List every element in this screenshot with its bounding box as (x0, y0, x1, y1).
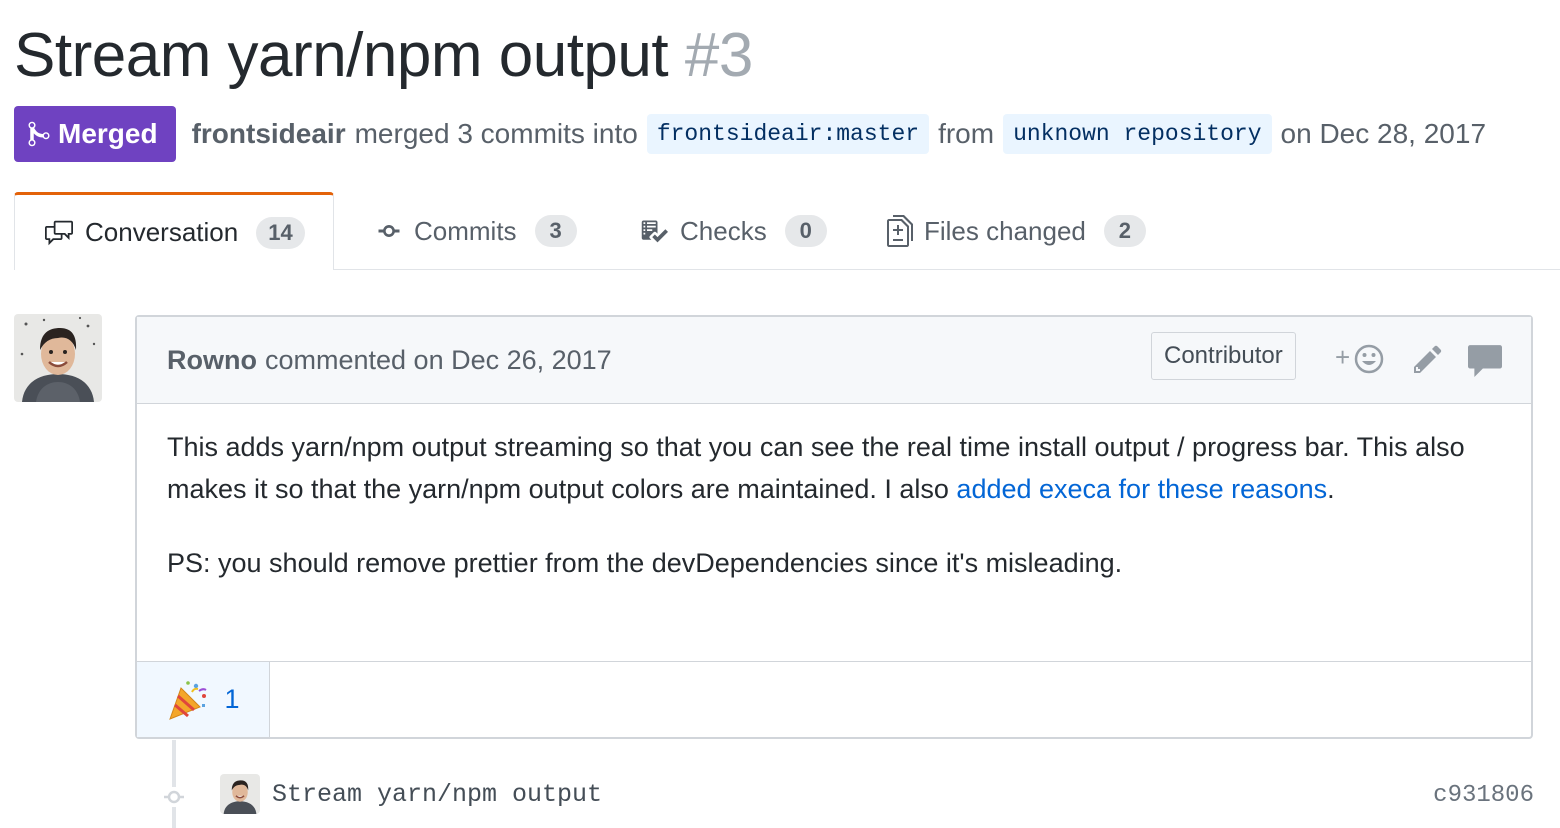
tab-conversation[interactable]: Conversation 14 (14, 192, 334, 270)
comment-paragraph-1: This adds yarn/npm output streaming so t… (167, 426, 1501, 510)
tab-checks-count: 0 (784, 215, 827, 247)
commit-avatar-image (220, 774, 260, 814)
reactions-bar: 1 (137, 661, 1531, 737)
tab-commits[interactable]: Commits 3 (374, 192, 577, 270)
tada-reaction-button[interactable]: 1 (137, 662, 270, 737)
timeline-line (172, 740, 176, 828)
edit-pencil-icon[interactable] (1413, 343, 1443, 375)
avatar-image (14, 314, 102, 402)
contributor-badge: Contributor (1151, 332, 1296, 380)
add-reaction-icon[interactable]: + (1335, 341, 1389, 377)
merge-date: on Dec 28, 2017 (1280, 118, 1487, 149)
pr-tabs: Conversation 14 Commits 3 Checks 0 Files… (14, 192, 1560, 270)
merge-author-link[interactable]: frontsideair (192, 118, 346, 150)
commit-author-avatar[interactable] (220, 774, 260, 814)
pr-meta: Merged frontsideair merged 3 commits int… (14, 106, 1486, 162)
tab-files-changed-label: Files changed (924, 215, 1086, 246)
pr-number: #3 (684, 21, 753, 90)
tab-conversation-label: Conversation (85, 217, 239, 247)
comment-paragraph-1-end: . (1327, 474, 1335, 504)
report-icon[interactable] (1467, 343, 1503, 377)
merge-summary-text: merged 3 commits into (354, 118, 638, 149)
tab-files-changed[interactable]: Files changed 2 (886, 192, 1146, 270)
svg-text:+: + (1335, 342, 1350, 372)
commit-sha-link[interactable]: c931806 (1433, 782, 1534, 809)
comment-header: Rowno commented on Dec 26, 2017 Contribu… (137, 317, 1531, 404)
party-popper-icon (169, 680, 208, 720)
merged-state-badge: Merged (14, 106, 176, 162)
base-branch: frontsideair:master (646, 114, 930, 154)
comment-body: This adds yarn/npm output streaming so t… (137, 404, 1531, 584)
tab-files-changed-count: 2 (1103, 215, 1146, 247)
tab-checks[interactable]: Checks 0 (638, 192, 827, 270)
tab-commits-label: Commits (414, 215, 517, 246)
pr-title: Stream yarn/npm output #3 (14, 20, 753, 91)
comment-paragraph-2: PS: you should remove prettier from the … (167, 548, 1123, 578)
commit-node-icon (164, 787, 184, 807)
pr-title-text: Stream yarn/npm output (14, 21, 669, 90)
merge-summary: frontsideair merged 3 commits into front… (192, 114, 1486, 154)
head-branch: unknown repository (1003, 114, 1272, 154)
comment-box: Rowno commented on Dec 26, 2017 Contribu… (135, 315, 1533, 739)
comment-author-avatar[interactable] (14, 314, 102, 402)
tada-reaction-count: 1 (224, 684, 240, 714)
merged-state-label: Merged (58, 118, 158, 149)
diff-icon (887, 215, 913, 247)
tab-checks-label: Checks (680, 215, 767, 246)
comment-discussion-icon (45, 220, 73, 245)
commit-message-link[interactable]: Stream yarn/npm output (272, 780, 602, 809)
execa-reasons-link[interactable]: added execa for these reasons (956, 474, 1327, 504)
git-commit-icon (378, 225, 400, 237)
comment-timestamp[interactable]: commented on Dec 26, 2017 (265, 345, 612, 376)
git-merge-icon (28, 121, 50, 147)
comment-author-link[interactable]: Rowno (167, 345, 257, 376)
from-text: from (938, 118, 995, 149)
checklist-icon (641, 220, 668, 243)
tab-conversation-count: 14 (256, 216, 305, 249)
tab-commits-count: 3 (534, 215, 577, 247)
